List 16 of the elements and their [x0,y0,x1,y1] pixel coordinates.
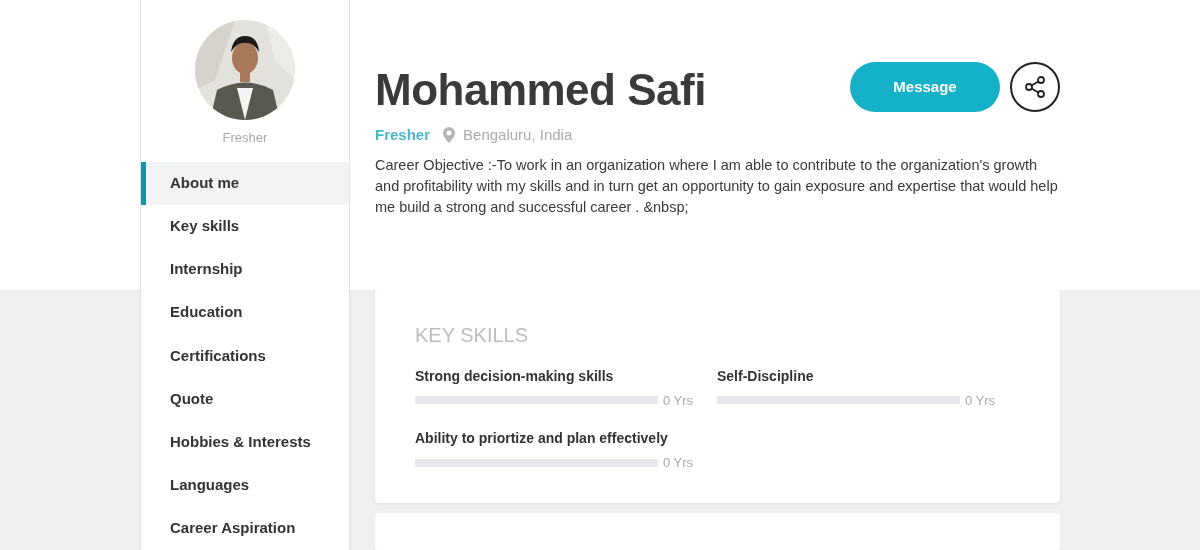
section-title: KEY SKILLS [415,322,530,348]
years-label: 0 Yrs [662,454,693,473]
share-icon [1023,75,1047,99]
skill-name: Ability to priortize and plan effectively [415,429,669,449]
status-label: Fresher [222,129,268,147]
location-text: Bengaluru, India [463,125,573,145]
sidebar-item[interactable]: About me [141,161,349,205]
years-label: 0 Yrs [964,391,995,410]
skill-name: Self-Discipline [717,366,815,386]
location-pin-icon [443,127,456,144]
skill-name: Strong decision-making skills [415,366,615,386]
profile-name: Mohammed Safi [375,68,706,112]
share-button[interactable] [1010,62,1060,112]
career-objective: Career Objective :-To work in an organization where I am able to contribute to the organization's growth and profitability with my skills and in turn get an opportunity to gain exposure and expertise that would help me build a strong and successful career . &nbsp; [375,155,1059,217]
status-label: Fresher [375,125,431,145]
years-label: 0 Yrs [662,391,693,410]
